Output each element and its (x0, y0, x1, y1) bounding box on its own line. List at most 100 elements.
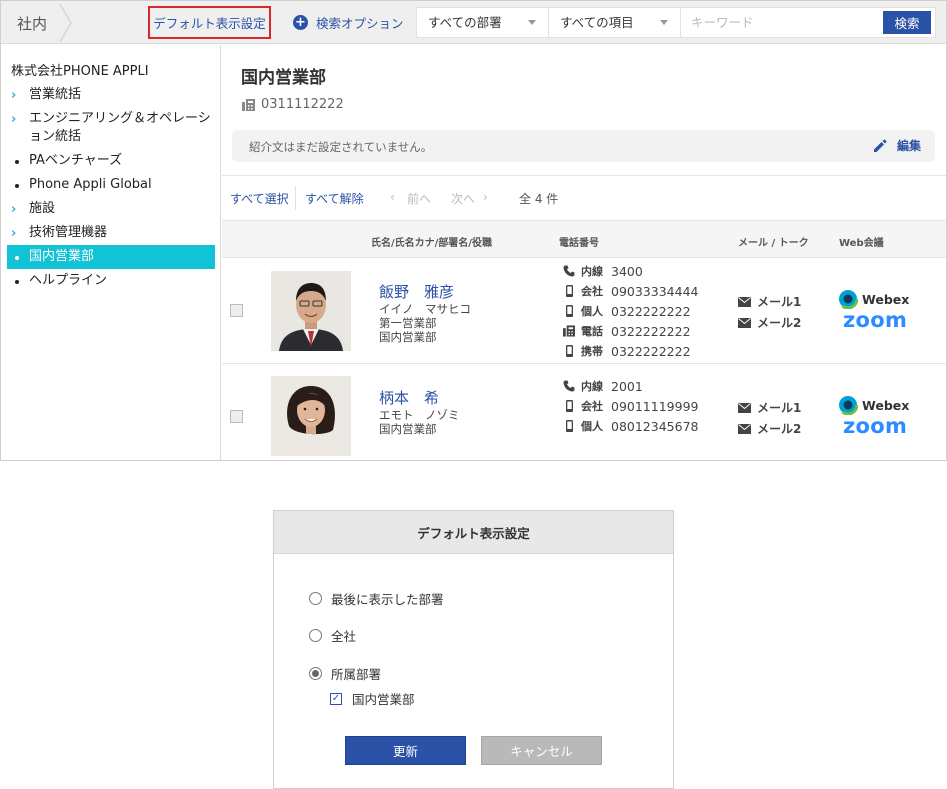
person-department: 国内営業部 (379, 422, 437, 436)
row-checkbox[interactable] (230, 410, 243, 423)
bullet-icon (15, 256, 19, 260)
phone-line[interactable]: 会社 09033334444 (563, 281, 698, 301)
bullet-icon (15, 160, 19, 164)
mobile-icon (566, 420, 573, 432)
person-name[interactable]: 柄本 希 (379, 387, 439, 408)
mail2-link[interactable]: メール2 (738, 314, 801, 331)
radio-button-selected[interactable] (309, 667, 322, 680)
mail2-link[interactable]: メール2 (738, 420, 801, 437)
sidebar-item-label: 技術管理機器 (29, 225, 108, 240)
phone-line[interactable]: 内線 3400 (563, 261, 643, 281)
person-name[interactable]: 飯野 雅彦 (379, 281, 454, 302)
prev-page-link[interactable]: 前へ (407, 190, 431, 207)
option-all-company[interactable]: 全社 (309, 626, 356, 645)
sidebar-item-label: 国内営業部 (29, 249, 95, 264)
department-checkbox-row[interactable]: ✓ 国内営業部 (330, 689, 415, 708)
phone-label: 会社 (581, 400, 603, 413)
breadcrumb[interactable]: 社内 (17, 13, 47, 34)
search-options-button[interactable]: + 検索オプション (293, 13, 404, 32)
phone-line[interactable]: 個人 08012345678 (563, 416, 698, 436)
mobile-icon (566, 345, 573, 357)
department-tree: › 営業統括 › エンジニアリング＆オペレーション統括 PAベンチャーズ Pho… (7, 83, 215, 293)
person-kana: イイノ マサヒコ (379, 302, 471, 316)
person-department: 国内営業部 (379, 330, 437, 344)
sidebar-item-label: 営業統括 (29, 87, 82, 102)
radio-button[interactable] (309, 629, 322, 642)
phone-icon (563, 380, 575, 392)
option-own-department[interactable]: 所属部署 (309, 664, 381, 683)
phone-line[interactable]: 会社 09011119999 (563, 396, 698, 416)
sidebar-item-pa-ventures[interactable]: PAベンチャーズ (7, 149, 215, 173)
sidebar-item-domestic-sales[interactable]: 国内営業部 (7, 245, 215, 269)
sidebar-item-tech-equipment[interactable]: › 技術管理機器 (7, 221, 215, 245)
intro-text: 紹介文はまだ設定されていません。 (249, 140, 433, 154)
chevron-right-icon: › (11, 112, 17, 127)
sidebar-item-helpline[interactable]: ヘルプライン (7, 269, 215, 293)
mail1-link[interactable]: メール1 (738, 399, 801, 416)
phone-line[interactable]: 内線 2001 (563, 376, 643, 396)
item-select-value: すべての項目 (560, 15, 634, 30)
edit-label: 編集 (896, 139, 921, 153)
webex-button[interactable]: Webex (838, 289, 909, 309)
checkbox-checked[interactable]: ✓ (330, 692, 342, 705)
phone-label: 内線 (581, 265, 603, 278)
phone-line[interactable]: 電話 0322222222 (563, 321, 691, 341)
top-bar: 社内 デフォルト表示設定 + 検索オプション すべての部署 すべての項目 検索 (1, 1, 946, 44)
sidebar-item-label: エンジニアリング＆オペレーション統括 (29, 111, 211, 144)
option-last-viewed[interactable]: 最後に表示した部署 (309, 589, 444, 608)
sidebar-item-sales[interactable]: › 営業統括 (7, 83, 215, 107)
chevron-right-icon: › (11, 88, 17, 103)
department-select[interactable]: すべての部署 (417, 8, 549, 37)
search-options-label: 検索オプション (316, 16, 404, 31)
mail-icon (738, 317, 751, 328)
update-button[interactable]: 更新 (345, 736, 466, 765)
company-name[interactable]: 株式会社PHONE APPLI (11, 60, 149, 79)
cancel-button[interactable]: キャンセル (481, 736, 602, 765)
table-row: 飯野 雅彦 イイノ マサヒコ 第一営業部 国内営業部 内線 3400 会社 09… (222, 258, 946, 364)
sidebar-item-label: 施設 (29, 201, 56, 216)
edit-button[interactable]: 編集 (872, 137, 921, 154)
webex-label: Webex (862, 397, 910, 413)
sidebar-item-label: PAベンチャーズ (29, 153, 123, 168)
breadcrumb-chevron-icon (59, 3, 72, 43)
phone-line[interactable]: 個人 0322222222 (563, 301, 691, 321)
row-checkbox[interactable] (230, 304, 243, 317)
phone-number: 09011119999 (611, 398, 699, 414)
select-all-link[interactable]: すべて選択 (230, 190, 289, 207)
sidebar-item-global[interactable]: Phone Appli Global (7, 173, 215, 197)
phone-label: 携帯 (581, 345, 603, 358)
column-header-mail: メール / トーク (738, 238, 809, 249)
chevron-right-icon: › (11, 202, 17, 217)
webex-button[interactable]: Webex (838, 395, 909, 415)
zoom-button[interactable]: zoom (843, 308, 907, 332)
person-kana: エモト ノゾミ (379, 408, 460, 422)
next-page-link[interactable]: 次へ (451, 190, 475, 207)
department-select-value: すべての部署 (428, 15, 502, 30)
phone-number: 0322222222 (611, 323, 691, 339)
sidebar-item-engineering[interactable]: › エンジニアリング＆オペレーション統括 (7, 107, 215, 149)
phone-number: 09033334444 (611, 283, 699, 299)
default-display-settings-button[interactable]: デフォルト表示設定 (148, 6, 271, 39)
person-department: 第一営業部 (379, 316, 437, 330)
keyword-input[interactable] (681, 8, 877, 37)
webex-logo-icon (838, 289, 858, 309)
default-display-dialog: デフォルト表示設定 最後に表示した部署 全社 所属部署 ✓ 国内営業部 更新 キ… (273, 510, 674, 789)
search-bar: すべての部署 すべての項目 検索 (416, 7, 936, 38)
phone-label: 個人 (581, 420, 603, 433)
sidebar-item-facilities[interactable]: › 施設 (7, 197, 215, 221)
mobile-icon (566, 285, 573, 297)
item-select[interactable]: すべての項目 (549, 8, 681, 37)
radio-button[interactable] (309, 592, 322, 605)
mail1-link[interactable]: メール1 (738, 293, 801, 310)
column-header-name: 氏名/氏名カナ/部署名/役職 (371, 238, 492, 249)
phone-line[interactable]: 携帯 0322222222 (563, 341, 691, 361)
phone-number: 3400 (611, 263, 643, 279)
main-panel: 国内営業部 0311112222 紹介文はまだ設定されていません。 編集 すべて… (222, 45, 946, 460)
deselect-all-link[interactable]: すべて解除 (305, 190, 364, 207)
directory-screen: 社内 デフォルト表示設定 + 検索オプション すべての部署 すべての項目 検索 … (0, 0, 947, 461)
phone-number: 08012345678 (611, 418, 699, 434)
result-count: 全 4 件 (519, 192, 559, 206)
zoom-button[interactable]: zoom (843, 414, 907, 438)
search-button[interactable]: 検索 (883, 11, 931, 34)
pencil-icon (873, 138, 887, 152)
